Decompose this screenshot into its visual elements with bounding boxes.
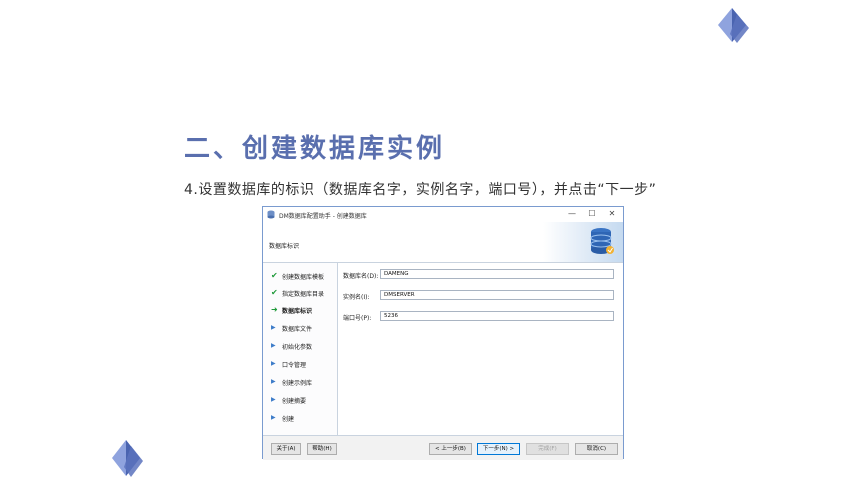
next-button[interactable]: 下一步(N) > [477,443,520,455]
window-title: DM数据库配置助手 - 创建数据库 [279,213,367,220]
dm-config-assistant-window: DM数据库配置助手 - 创建数据库 — ☐ ✕ 数据库标识 ✔ 创建数据库模板 … [262,206,624,460]
triangle-right-icon: ▶ [271,396,276,403]
triangle-right-icon: ▶ [271,378,276,385]
wizard-footer: 关于(A) 帮助(H) < 上一步(B) 下一步(N) > 完成(F) 取消(C… [263,435,623,460]
wizard-banner: 数据库标识 [263,222,623,263]
triangle-right-icon: ▶ [271,342,276,349]
database-app-icon [267,210,275,219]
port-input[interactable] [380,311,614,321]
port-label: 端口号(P): [343,315,372,322]
minimize-button[interactable]: — [565,209,579,218]
check-icon: ✔ [271,288,278,297]
instance-name-label: 实例名(I): [343,294,370,301]
check-icon: ✔ [271,271,278,280]
wizard-content: 数据库名(D): 实例名(I): 端口号(P): [338,263,623,435]
triangle-right-icon: ▶ [271,324,276,331]
cancel-button[interactable]: 取消(C) [575,443,618,455]
diamond-decoration-top-right [718,8,749,43]
banner-art [543,222,623,262]
window-titlebar: DM数据库配置助手 - 创建数据库 — ☐ ✕ [263,207,623,222]
diamond-decoration-bottom-left [112,440,143,477]
back-button[interactable]: < 上一步(B) [429,443,472,455]
wizard-step-title: 数据库标识 [269,243,300,250]
close-button[interactable]: ✕ [605,209,619,218]
finish-button[interactable]: 完成(F) [526,443,569,455]
triangle-right-icon: ▶ [271,414,276,421]
triangle-right-icon: ▶ [271,360,276,367]
slide-description: 4.设置数据库的标识（数据库名字，实例名字，端口号），并点击“下一步” [184,182,657,198]
instance-name-input[interactable] [380,290,614,300]
maximize-button[interactable]: ☐ [585,209,599,218]
database-banner-icon [590,228,614,254]
slide-title: 二、创建数据库实例 [184,134,446,164]
wizard-steps-sidebar: ✔ 创建数据库模板 ✔ 指定数据库目录 ➜ 数据库标识 ▶ 数据库文件 ▶ 初始… [263,263,338,435]
arrow-right-icon: ➜ [271,305,278,314]
about-button[interactable]: 关于(A) [271,443,301,455]
help-button[interactable]: 帮助(H) [307,443,337,455]
db-name-input[interactable] [380,269,614,279]
db-name-label: 数据库名(D): [343,273,379,280]
